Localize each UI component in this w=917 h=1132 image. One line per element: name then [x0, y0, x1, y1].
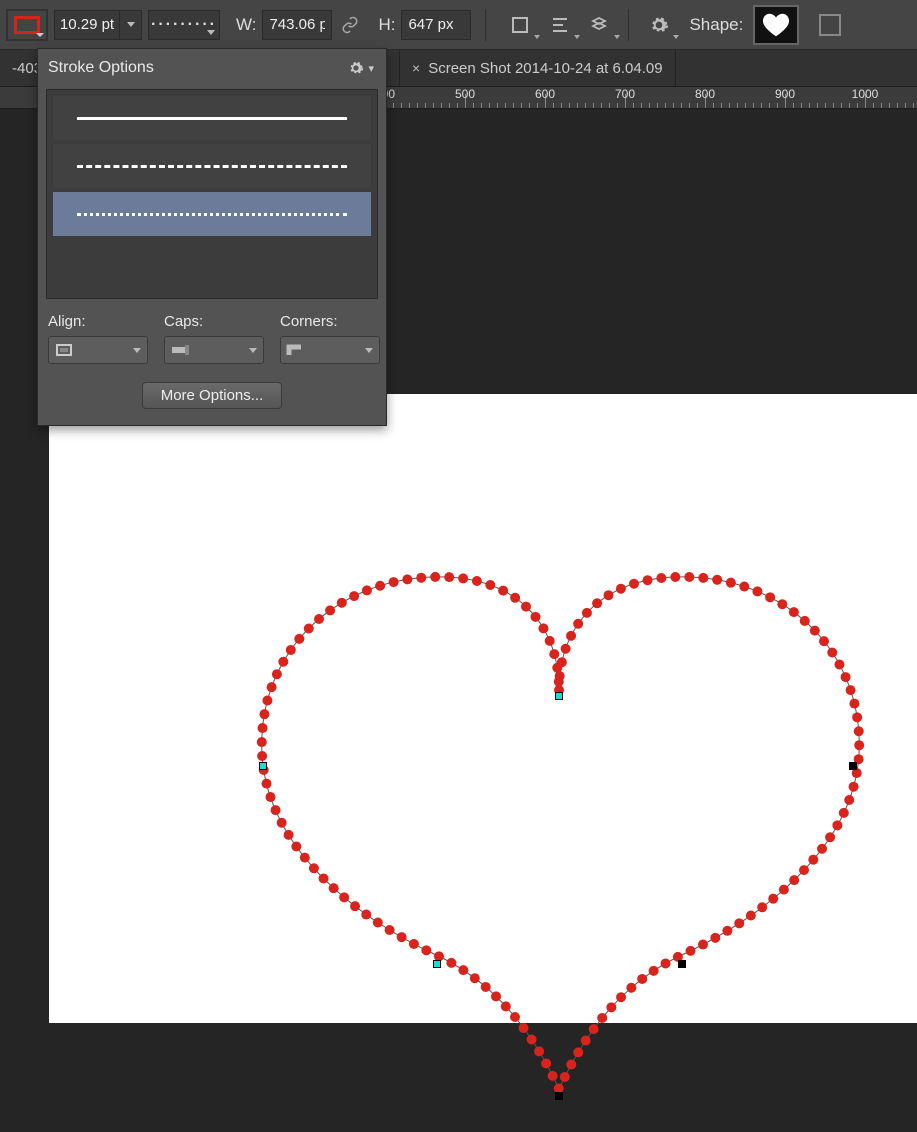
stroke-style-dashed[interactable]: [53, 144, 371, 188]
shape-picker[interactable]: [753, 5, 799, 45]
link-wh-icon[interactable]: [338, 13, 362, 37]
path-arrange-button[interactable]: [586, 11, 614, 39]
options-bar: ········· W: H: Shape:: [0, 0, 917, 50]
stroke-width-field[interactable]: [54, 10, 142, 40]
stroke-icon: [14, 16, 40, 34]
corners-dropdown[interactable]: [280, 336, 380, 364]
stroke-style-dropdown[interactable]: ·········: [148, 10, 220, 40]
dotted-line-icon: [77, 213, 347, 216]
stroke-style-list: [46, 89, 378, 299]
width-label: W:: [236, 15, 256, 35]
align-label: Align:: [48, 313, 148, 330]
cap-butt-icon: [171, 344, 191, 356]
tab-3[interactable]: × Screen Shot 2014-10-24 at 6.04.09: [400, 50, 676, 86]
path-operations-button[interactable]: [506, 11, 534, 39]
popover-menu-button[interactable]: ▾: [348, 60, 374, 76]
anchor-point[interactable]: [555, 692, 563, 700]
extra-option[interactable]: [819, 14, 841, 36]
anchor-point[interactable]: [849, 762, 857, 770]
corner-miter-icon: [287, 343, 305, 357]
popover-title: Stroke Options: [48, 59, 154, 77]
align-dropdown[interactable]: [48, 336, 148, 364]
anchor-point[interactable]: [555, 1092, 563, 1100]
close-icon[interactable]: ×: [412, 60, 420, 76]
ruler-number: 700: [615, 87, 635, 101]
stroke-width-input[interactable]: [55, 16, 119, 33]
corners-label: Corners:: [280, 313, 380, 330]
anchor-point[interactable]: [259, 762, 267, 770]
dashed-line-icon: [77, 165, 347, 168]
path-align-button[interactable]: [546, 11, 574, 39]
width-field[interactable]: [262, 10, 332, 40]
stroke-color-swatch[interactable]: [6, 9, 48, 41]
separator: [485, 9, 486, 41]
caps-dropdown[interactable]: [164, 336, 264, 364]
separator: [628, 9, 629, 41]
dotted-icon: ·········: [151, 16, 217, 34]
height-label: H:: [378, 15, 395, 35]
height-field[interactable]: [401, 10, 471, 40]
ruler-number: 1000: [852, 87, 879, 101]
stroke-width-stepper[interactable]: [119, 11, 141, 39]
tab-label: Screen Shot 2014-10-24 at 6.04.09: [428, 60, 662, 77]
anchor-point[interactable]: [433, 960, 441, 968]
stroke-options-popover: Stroke Options ▾ Align:: [37, 48, 387, 426]
stroke-style-solid[interactable]: [53, 96, 371, 140]
align-center-icon: [55, 343, 73, 357]
stroke-style-dotted[interactable]: [53, 192, 371, 236]
ruler-number: 900: [775, 87, 795, 101]
ruler-number: 500: [455, 87, 475, 101]
caps-label: Caps:: [164, 313, 264, 330]
ruler-number: 800: [695, 87, 715, 101]
solid-line-icon: [77, 117, 347, 120]
anchor-point[interactable]: [678, 960, 686, 968]
gear-icon[interactable]: [645, 11, 673, 39]
more-options-button[interactable]: More Options...: [142, 382, 283, 409]
shape-label: Shape:: [689, 15, 743, 35]
ruler-number: 600: [535, 87, 555, 101]
heart-shape-path[interactable]: [49, 394, 917, 1132]
